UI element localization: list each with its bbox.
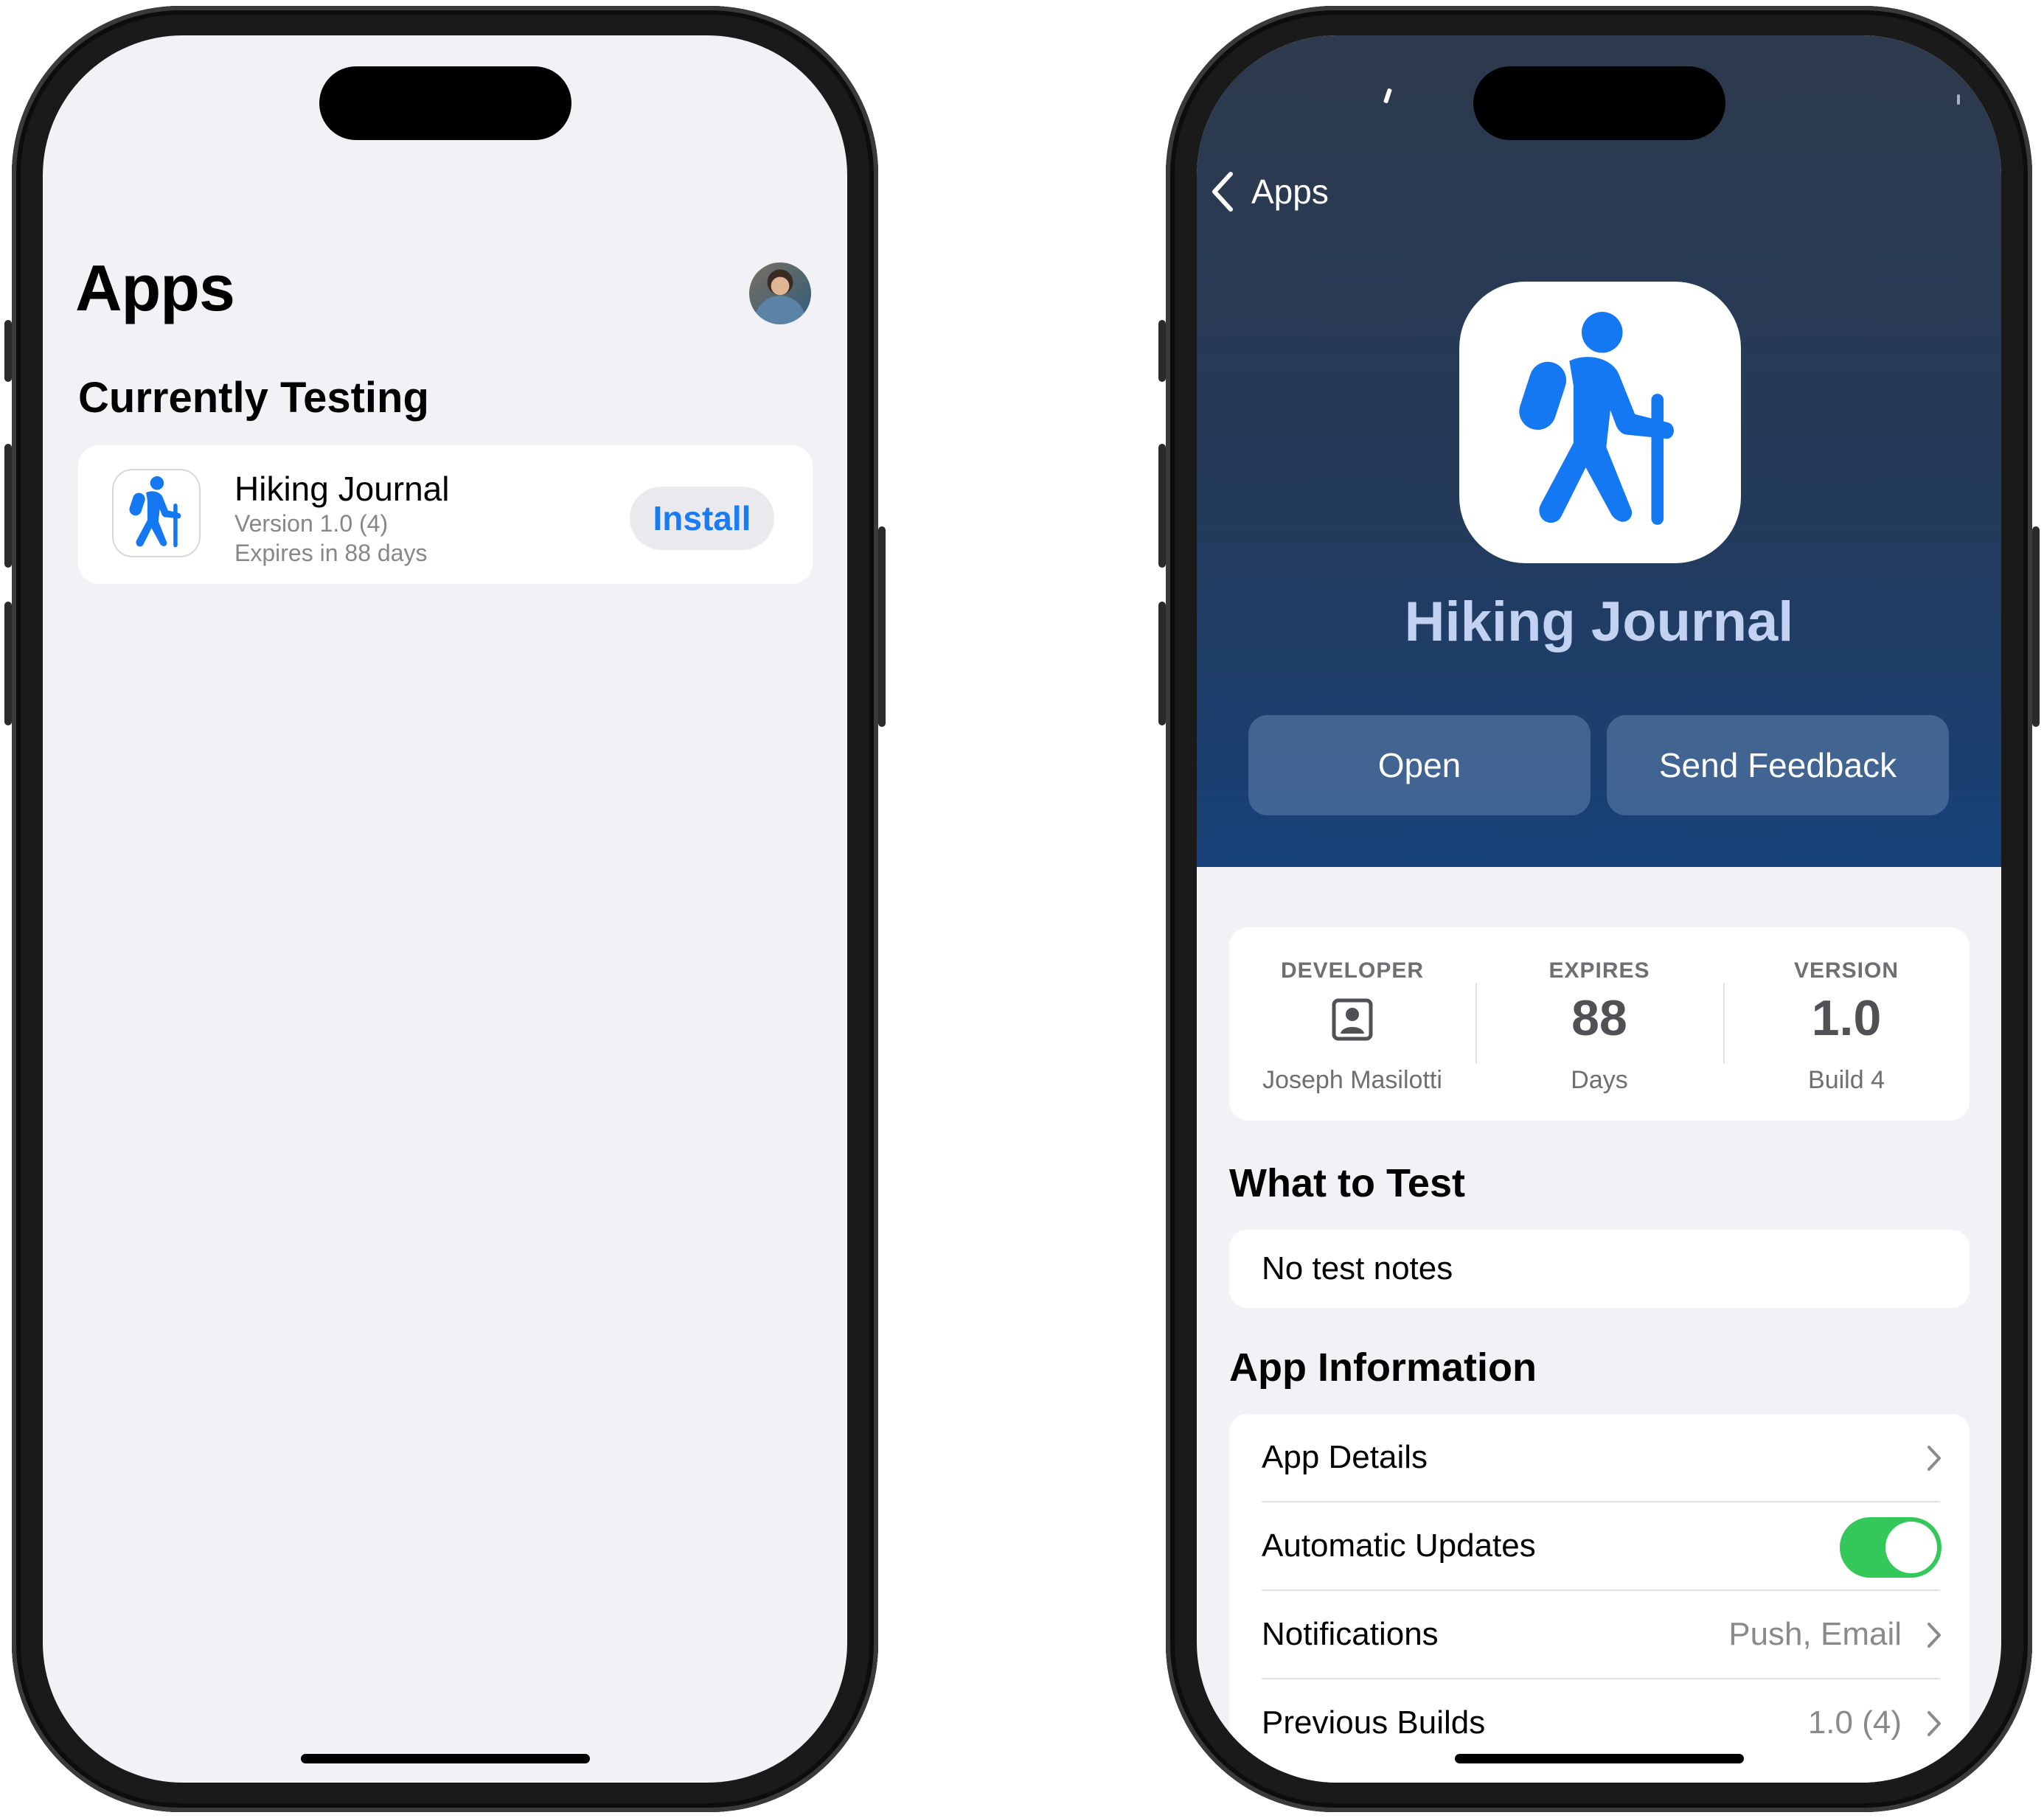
install-button[interactable]: Install [630, 487, 774, 550]
test-notes: No test notes [1262, 1250, 1453, 1286]
version-column: VERSION 1.0 Build 4 [1723, 927, 1970, 1121]
right-screen: Apps Hiking Journal Open Send Feedback D… [1197, 35, 2001, 1783]
chevron-right-icon [1927, 1446, 1941, 1471]
app-header: Apps Hiking Journal Open Send Feedback [1197, 35, 2001, 867]
silent-switch [1158, 320, 1166, 382]
version-label: VERSION [1793, 958, 1899, 983]
app-name: Hiking Journal [234, 470, 450, 508]
row-automatic-updates: Automatic Updates [1229, 1502, 1970, 1591]
row-label: Notifications [1262, 1616, 1439, 1652]
hiker-icon [112, 469, 201, 557]
back-label: Apps [1251, 173, 1329, 211]
expires-value: 88 [1571, 990, 1627, 1046]
hiker-icon [1514, 312, 1674, 525]
page-title: Apps [75, 251, 235, 324]
section-title-currently-testing: Currently Testing [78, 374, 429, 422]
row-label: Previous Builds [1262, 1704, 1486, 1741]
build-number: Build 4 [1808, 1066, 1885, 1094]
toggle-knob [1885, 1522, 1937, 1573]
app-list-item[interactable]: Hiking Journal Version 1.0 (4) Expires i… [78, 445, 813, 584]
developer-name: Joseph Masilotti [1262, 1066, 1442, 1094]
status-mark [1383, 88, 1392, 104]
version-value: 1.0 [1811, 990, 1882, 1046]
volume-up-button [4, 444, 12, 568]
send-feedback-button[interactable]: Send Feedback [1607, 715, 1949, 815]
developer-column: DEVELOPER Joseph Masilotti [1229, 927, 1475, 1121]
row-value: 1.0 (4) [1807, 1704, 1902, 1741]
dynamic-island [1473, 66, 1725, 140]
dynamic-island [319, 66, 571, 140]
back-button[interactable]: Apps [1210, 171, 1329, 212]
app-information-list: App Details Automatic Updates Notificati… [1229, 1414, 1970, 1783]
person-card-icon [1332, 998, 1373, 1041]
power-button [2032, 526, 2040, 727]
volume-down-button [4, 602, 12, 725]
expires-label: EXPIRES [1548, 958, 1650, 983]
power-button [878, 526, 886, 727]
developer-label: DEVELOPER [1280, 958, 1425, 983]
app-expiry: Expires in 88 days [234, 540, 428, 566]
row-app-details[interactable]: App Details [1229, 1414, 1970, 1502]
test-notes-card: No test notes [1229, 1230, 1970, 1308]
app-information-title: App Information [1229, 1345, 1537, 1390]
expires-unit: Days [1571, 1066, 1628, 1094]
avatar[interactable] [749, 262, 811, 324]
row-label: Automatic Updates [1262, 1528, 1536, 1564]
app-info-summary: DEVELOPER Joseph Masilotti EXPIRES 88 Da… [1229, 927, 1970, 1121]
automatic-updates-toggle[interactable] [1840, 1517, 1942, 1578]
row-label: App Details [1262, 1439, 1428, 1475]
home-indicator [300, 1754, 590, 1763]
app-version: Version 1.0 (4) [234, 510, 389, 537]
row-notifications[interactable]: Notifications Push, Email [1229, 1591, 1970, 1679]
left-screen: Apps Currently Testing Hiking Journal Ve… [43, 35, 847, 1783]
open-button[interactable]: Open [1248, 715, 1591, 815]
right-phone-frame: Apps Hiking Journal Open Send Feedback D… [1158, 6, 2040, 1812]
app-title: Hiking Journal [1404, 591, 1794, 653]
row-value: Push, Email [1728, 1616, 1902, 1652]
silent-switch [4, 320, 12, 382]
what-to-test-title: What to Test [1229, 1161, 1465, 1205]
chevron-right-icon [1927, 1623, 1941, 1648]
app-icon [1459, 282, 1741, 563]
volume-down-button [1158, 602, 1166, 725]
chevron-right-icon [1927, 1711, 1941, 1736]
volume-up-button [1158, 444, 1166, 568]
left-phone-frame: Apps Currently Testing Hiking Journal Ve… [4, 6, 886, 1812]
status-mark [1957, 94, 1960, 105]
expires-column: EXPIRES 88 Days [1476, 927, 1723, 1121]
home-indicator [1454, 1754, 1744, 1763]
chevron-left-icon [1212, 172, 1233, 212]
